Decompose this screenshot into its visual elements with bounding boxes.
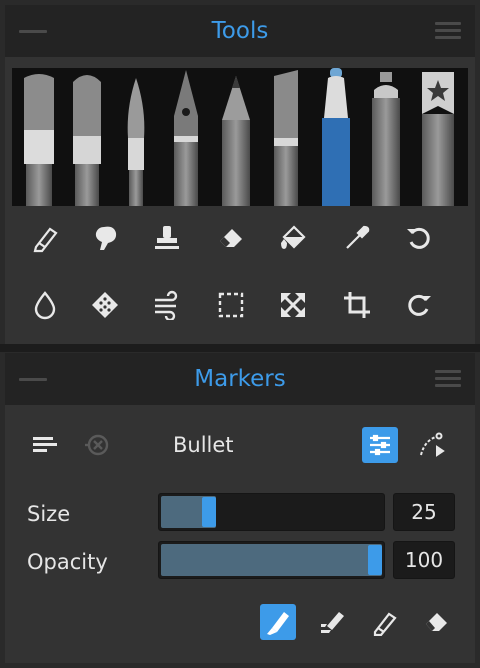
markers-panel-body: Bullet Size 25 Opacity 100 — [5, 405, 475, 663]
tools-panel-title: Tools — [211, 18, 269, 44]
size-label: Size — [27, 502, 71, 526]
opacity-slider-fill — [161, 544, 382, 576]
opacity-value-field[interactable]: 100 — [393, 541, 455, 579]
redo-icon[interactable] — [399, 285, 439, 325]
size-slider[interactable] — [158, 493, 385, 531]
brush-strip — [12, 68, 468, 206]
pencil-icon[interactable] — [214, 68, 258, 206]
eyedropper-icon[interactable] — [337, 218, 377, 258]
eraser-mode-icon[interactable] — [419, 604, 455, 640]
opacity-slider-thumb[interactable] — [368, 545, 382, 575]
brush-3-icon[interactable] — [116, 68, 156, 206]
favorites-icon[interactable] — [416, 68, 460, 206]
markers-panel-title: Markers — [194, 366, 286, 392]
settings-sliders-icon[interactable] — [362, 427, 398, 463]
selection-icon[interactable] — [211, 285, 251, 325]
eraser-brush-icon[interactable] — [25, 218, 65, 258]
markers-panel-header: Markers — [5, 353, 475, 405]
marker-blend-icon[interactable] — [315, 604, 351, 640]
eraser-icon[interactable] — [211, 218, 251, 258]
brush-1-icon[interactable] — [16, 68, 62, 206]
brush-2-icon[interactable] — [64, 68, 110, 206]
opacity-slider[interactable] — [158, 541, 385, 579]
fill-bucket-icon[interactable] — [273, 218, 313, 258]
wind-icon[interactable] — [147, 285, 187, 325]
undo-icon[interactable] — [399, 218, 439, 258]
marker-icon[interactable] — [264, 68, 308, 206]
preset-list-icon[interactable] — [27, 427, 63, 463]
transform-icon[interactable] — [273, 285, 313, 325]
paint-mode-icon[interactable] — [260, 604, 296, 640]
size-slider-thumb[interactable] — [202, 497, 216, 527]
pen-nib-icon[interactable] — [164, 68, 208, 206]
blur-drop-icon[interactable] — [25, 285, 65, 325]
size-value-field[interactable]: 25 — [393, 493, 455, 531]
opacity-label: Opacity — [27, 550, 108, 574]
crop-icon[interactable] — [337, 285, 377, 325]
blue-marker-icon[interactable] — [314, 68, 358, 206]
reset-preset-icon[interactable] — [79, 427, 115, 463]
pencil-eraser-icon[interactable] — [367, 604, 403, 640]
texture-icon[interactable] — [85, 285, 125, 325]
preset-name: Bullet — [173, 433, 234, 457]
panel-menu-icon[interactable] — [435, 22, 461, 40]
tools-panel-body — [5, 57, 475, 344]
panel-menu-icon[interactable] — [435, 370, 461, 388]
smudge-icon[interactable] — [85, 218, 125, 258]
tools-panel-header: Tools — [5, 5, 475, 57]
stroke-path-icon[interactable] — [413, 427, 449, 463]
panel-divider — [0, 344, 480, 352]
spray-can-icon[interactable] — [364, 68, 408, 206]
stamp-icon[interactable] — [147, 218, 187, 258]
